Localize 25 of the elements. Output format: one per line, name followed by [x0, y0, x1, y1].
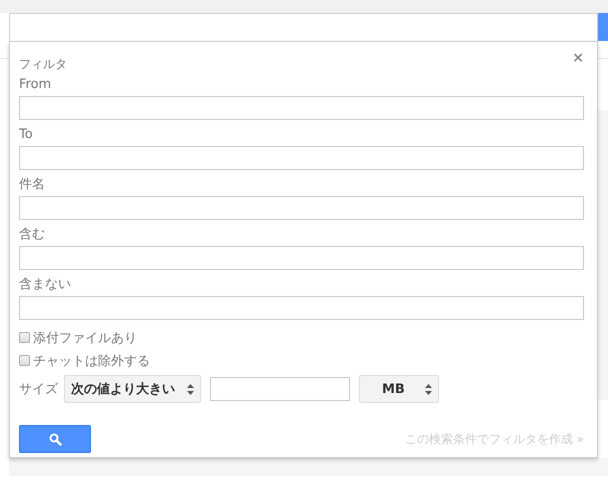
operator-select[interactable]: 次の値より大きい [64, 375, 201, 403]
checkbox-label: 添付ファイルあり [33, 330, 137, 346]
close-button[interactable]: × [572, 50, 584, 66]
input-field[interactable] [19, 246, 584, 270]
input-field[interactable] [19, 146, 584, 170]
size-field[interactable] [210, 377, 350, 401]
field-label: From [19, 76, 52, 93]
checkbox-label: チャットは除外する [33, 352, 150, 370]
field-label: 含む [19, 226, 46, 243]
search-field[interactable] [9, 13, 598, 41]
checkbox[interactable] [19, 332, 30, 343]
unit-select[interactable]: MB [359, 375, 439, 403]
sort-arrows-icon [425, 384, 432, 394]
panel-title: フィルタ [19, 56, 67, 73]
sort-arrows-icon [187, 384, 194, 394]
search-button[interactable] [19, 425, 91, 453]
field-label: 含まない [19, 276, 72, 293]
field-label: 件名 [19, 176, 46, 193]
input-field[interactable] [19, 296, 584, 320]
search-icon [48, 432, 62, 446]
input-field[interactable] [19, 196, 584, 220]
checkbox[interactable] [19, 355, 30, 366]
field-label: To [19, 126, 34, 143]
size-label: サイズ [19, 381, 58, 398]
input-field[interactable] [19, 96, 584, 120]
